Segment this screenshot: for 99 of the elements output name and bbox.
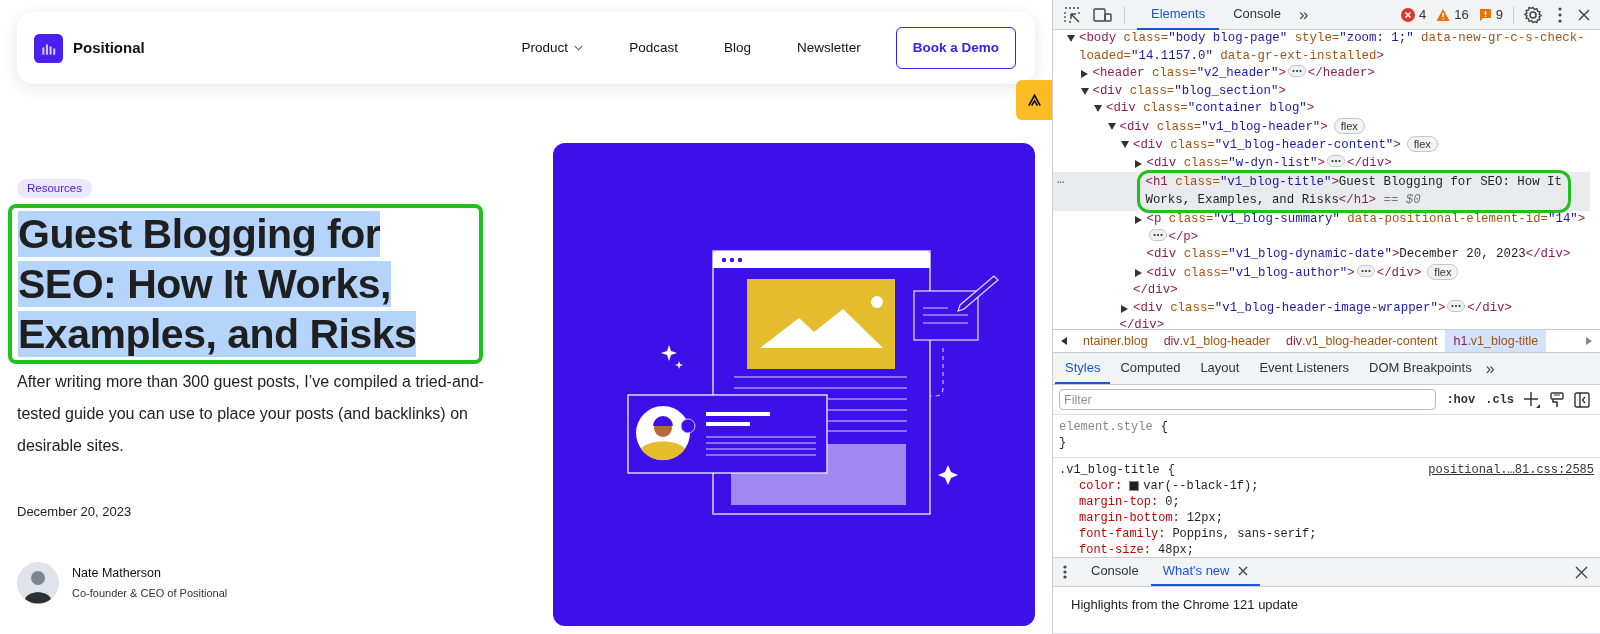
settings-icon[interactable] (1524, 5, 1542, 24)
expand-arrow-icon[interactable] (1134, 159, 1142, 168)
pane-tab[interactable]: Styles (1055, 353, 1111, 384)
extension-tab[interactable] (1016, 80, 1052, 120)
drawer-tab[interactable]: What's new (1150, 558, 1260, 586)
panel-tab[interactable]: Console (1219, 0, 1295, 30)
expand-arrow-icon[interactable] (1134, 268, 1142, 277)
close-icon[interactable] (1575, 565, 1588, 579)
ellipsis-icon[interactable] (1287, 65, 1306, 77)
collapse-arrow-icon[interactable] (1094, 105, 1102, 112)
new-rule-icon[interactable] (1524, 391, 1540, 408)
nav-link[interactable]: Podcast (629, 37, 678, 59)
color-swatch[interactable] (1129, 481, 1140, 491)
breadcrumb[interactable]: div.v1_blog-header (1155, 330, 1278, 352)
device-toolbar-icon[interactable] (1093, 6, 1112, 23)
dom-node[interactable]: <div class="v1_blog-header"> flex (1119, 117, 1365, 136)
close-icon[interactable] (1578, 8, 1590, 21)
article-summary: After writing more than 300 guest posts, I’ve compiled a tried-and-tested guide you can use to place your posts (and backlinks) on desirable sites. (17, 372, 485, 456)
dom-closing-tag[interactable]: </div> (1119, 317, 1165, 329)
more-tabs-button[interactable]: » (1481, 353, 1499, 384)
row-menu-button[interactable]: … (1057, 172, 1065, 190)
logo-text[interactable]: Positional (73, 36, 145, 60)
collapse-arrow-icon[interactable] (1107, 122, 1116, 130)
avatar-icon (17, 561, 59, 604)
dom-node[interactable]: <div class="v1_blog-dynamic-date">December 20, 2023</div> (1146, 246, 1571, 264)
collapse-arrow-icon[interactable] (1080, 87, 1089, 95)
nav-link[interactable]: Newsletter (796, 37, 861, 59)
breadcrumb[interactable]: h1.v1_blog-title (1445, 330, 1547, 352)
book-demo-button[interactable]: Book a Demo (895, 27, 1016, 69)
dom-node[interactable]: <p class="v1_blog-summary" data-positional-element-id="14"> </p> (1146, 211, 1586, 246)
more-tabs-button[interactable]: » (1294, 1, 1313, 28)
expand-arrow-icon[interactable] (1080, 70, 1088, 78)
pane-tab[interactable]: Layout (1190, 353, 1250, 384)
warning-icon (1436, 7, 1451, 22)
ellipsis-icon[interactable] (1356, 264, 1375, 277)
scroll-left-icon[interactable] (1061, 337, 1067, 345)
dom-node[interactable]: <div class="w-dyn-list"> </div> (1146, 154, 1392, 172)
author-role: Co-founder & CEO of Positional (72, 585, 228, 601)
ellipsis-icon[interactable] (1148, 228, 1167, 241)
class-toggle[interactable]: .cls (1485, 390, 1514, 409)
hover-state-toggle[interactable]: :hov (1446, 390, 1476, 409)
brace: { (1167, 462, 1176, 478)
logo-icon[interactable] (34, 33, 63, 63)
css-declaration[interactable]: color: var(--black-1f); (1059, 478, 1594, 494)
close-icon[interactable] (1237, 566, 1248, 576)
expand-arrow-icon[interactable] (1134, 216, 1142, 224)
expand-arrow-icon[interactable] (1121, 304, 1128, 313)
nav-link[interactable]: Blog (723, 37, 751, 59)
layout-badge[interactable]: flex (1406, 136, 1438, 152)
issue-counter[interactable]: 9 (1478, 4, 1503, 25)
breadcrumb[interactable]: ntainer.blog (1075, 330, 1156, 352)
css-declaration[interactable]: font-family: Poppins, sans-serif; (1059, 526, 1594, 542)
ellipsis-icon[interactable] (1327, 154, 1345, 167)
layout-badge[interactable]: flex (1427, 263, 1459, 280)
dom-node[interactable]: <div class="v1_blog-author"> </div> flex (1146, 263, 1459, 282)
filter-field[interactable]: Filter (1059, 389, 1437, 410)
pane-tab[interactable]: DOM Breakpoints (1359, 353, 1482, 384)
source-link[interactable]: positional.…81.css:2585 (1428, 462, 1594, 478)
issue-flag-icon (1478, 8, 1492, 21)
nav-link[interactable]: Product (521, 37, 584, 59)
collapse-arrow-icon[interactable] (1067, 35, 1075, 42)
brace: { (1160, 419, 1168, 435)
paint-brush-icon[interactable] (1550, 391, 1564, 408)
css-declaration[interactable]: margin-top: 0; (1059, 494, 1594, 510)
brace: } (1059, 435, 1068, 451)
drawer-tab[interactable]: Console (1079, 558, 1151, 586)
collapse-arrow-icon[interactable] (1121, 141, 1129, 148)
css-selector: .v1_blog-title (1059, 462, 1160, 478)
ellipsis-icon[interactable] (1447, 299, 1466, 312)
kebab-menu-icon[interactable] (1558, 6, 1562, 23)
pane-tab[interactable]: Event Listeners (1249, 353, 1360, 384)
triangle-logo-icon (1026, 93, 1042, 107)
pane-tab[interactable]: Computed (1110, 353, 1191, 384)
category-tag: Resources (17, 179, 92, 198)
error-icon (1401, 7, 1416, 22)
css-declaration[interactable]: font-size: 48px; (1059, 542, 1594, 557)
css-selector: element.style (1059, 419, 1153, 435)
scroll-right-icon[interactable] (1586, 337, 1592, 345)
panel-tab[interactable]: Elements (1137, 0, 1220, 30)
css-declaration[interactable]: margin-bottom: 12px; (1059, 510, 1594, 526)
issue-counter[interactable]: 16 (1436, 4, 1469, 25)
issue-counter[interactable]: 4 (1401, 4, 1427, 25)
dom-node[interactable]: <header class="v2_header"> </header> (1092, 65, 1375, 83)
dom-node[interactable]: <div class="v1_blog-header-image-wrapper"> </div> (1133, 299, 1512, 317)
drawer-message: Highlights from the Chrome 121 update (1071, 596, 1299, 614)
sidebar-toggle-icon[interactable] (1574, 391, 1590, 408)
breadcrumb[interactable]: div.v1_blog-header-content (1278, 330, 1446, 352)
dom-node[interactable]: <body class="body blog-page" style="zoom: 1;" data-new-gr-c-s-check- loaded="14.1157.0" data-gr-ext-installed> (1079, 30, 1585, 65)
dom-node[interactable]: <h1 class="v1_blog-title">Guest Blogging for SEO: How It Works, Examples, and Risks</h1> == $0 (1145, 174, 1562, 209)
publish-date: December 20, 2023 (17, 503, 132, 521)
dom-closing-tag[interactable]: </div> (1133, 282, 1178, 300)
dom-node[interactable]: <div class="container blog"> (1106, 100, 1315, 118)
kebab-menu-icon[interactable] (1063, 565, 1067, 579)
layout-badge[interactable]: flex (1333, 117, 1365, 134)
dom-node[interactable]: <div class="blog_section"> (1092, 82, 1286, 100)
dom-node[interactable]: <div class="v1_blog-header-content"> flex (1133, 136, 1438, 155)
article-title: Guest Blogging for SEO: How It Works, Examples, and Risks (18, 210, 418, 359)
author-name: Nate Matherson (72, 564, 162, 582)
inspect-icon[interactable] (1063, 5, 1081, 24)
